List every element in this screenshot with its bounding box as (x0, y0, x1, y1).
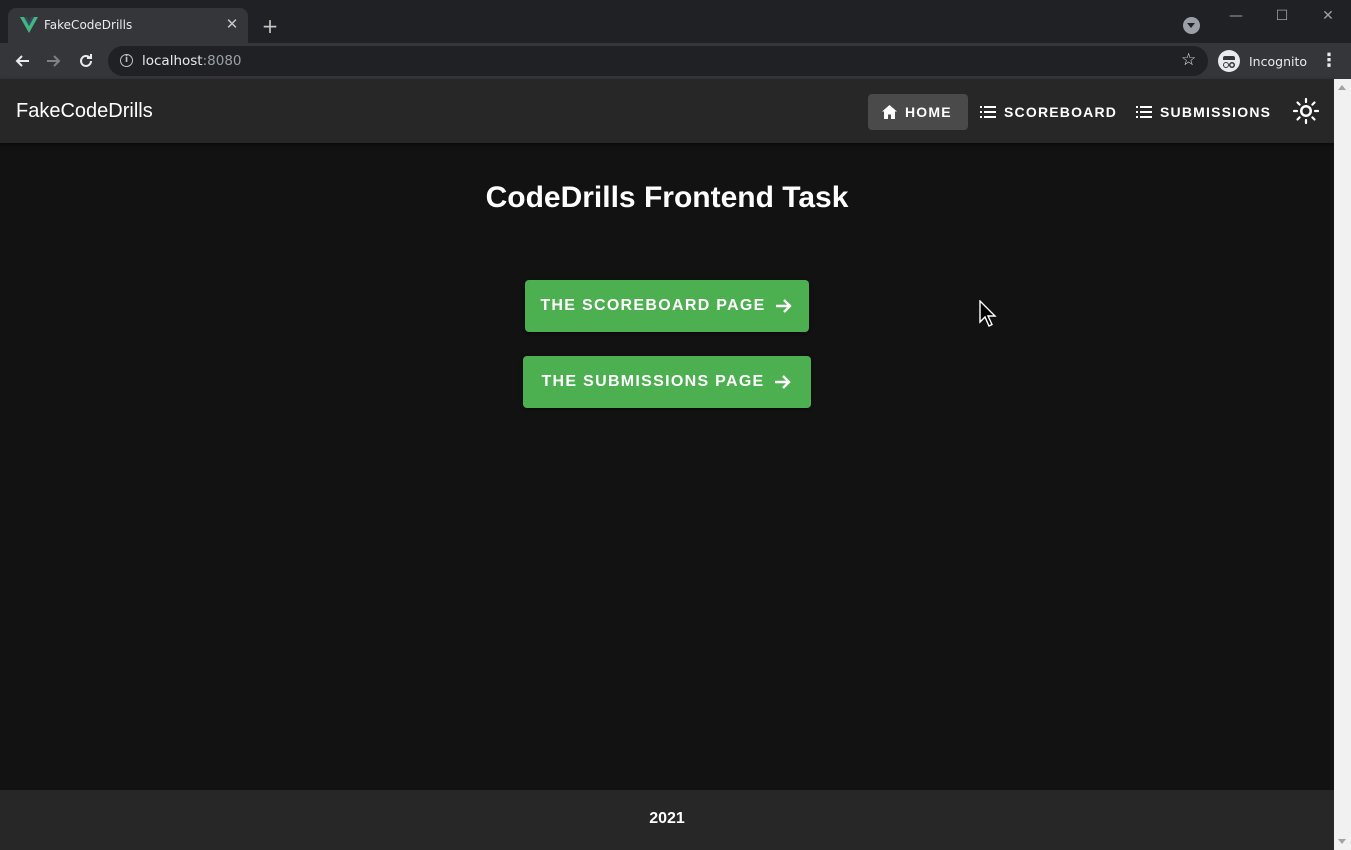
arrow-right-icon (774, 375, 791, 389)
browser-toolbar: i localhost:8080 ☆ Incognito ⋮ (0, 43, 1351, 79)
footer: 2021 (0, 790, 1334, 850)
page-title: CodeDrills Frontend Task (485, 181, 849, 214)
tab-title: FakeCodeDrills (44, 18, 133, 32)
vue-logo-icon (20, 17, 38, 33)
footer-year: 2021 (649, 810, 685, 827)
app-bar: FakeCodeDrills HOME SCOREBOARD SUBMISSIO… (0, 79, 1334, 143)
reload-icon (80, 54, 92, 67)
arrow-left-icon (15, 55, 29, 67)
vertical-scrollbar[interactable] (1334, 79, 1351, 850)
sun-icon[interactable] (1292, 97, 1320, 125)
arrow-right-icon (47, 55, 61, 67)
new-tab-button[interactable]: + (258, 14, 282, 38)
scoreboard-page-button[interactable]: THE SCOREBOARD PAGE (525, 280, 809, 332)
submissions-page-button-label: THE SUBMISSIONS PAGE (541, 373, 765, 390)
list-icon (1136, 104, 1152, 120)
back-button[interactable] (10, 49, 34, 73)
mouse-cursor-icon (979, 300, 997, 327)
nav-home-label: HOME (905, 104, 952, 120)
incognito-icon (1218, 50, 1240, 72)
reload-button[interactable] (74, 49, 98, 73)
close-window-button[interactable]: ✕ (1318, 6, 1338, 26)
nav-scoreboard[interactable]: SCOREBOARD (967, 94, 1133, 130)
bookmark-star-icon[interactable]: ☆ (1181, 50, 1196, 70)
address-bar[interactable]: i localhost:8080 ☆ (108, 46, 1208, 76)
nav-scoreboard-label: SCOREBOARD (1004, 104, 1118, 120)
nav-home[interactable]: HOME (868, 94, 968, 130)
nav-submissions[interactable]: SUBMISSIONS (1123, 94, 1287, 130)
page-viewport: FakeCodeDrills HOME SCOREBOARD SUBMISSIO… (0, 79, 1334, 850)
minimize-button[interactable]: — (1226, 6, 1246, 26)
browser-tab[interactable]: FakeCodeDrills ✕ (8, 8, 248, 43)
incognito-label: Incognito (1249, 53, 1308, 69)
arrow-right-icon (775, 299, 792, 313)
browser-tab-strip: FakeCodeDrills ✕ + — ☐ ✕ (0, 0, 1351, 43)
list-icon (980, 104, 996, 120)
nav-submissions-label: SUBMISSIONS (1160, 104, 1272, 120)
incognito-profile[interactable]: Incognito (1218, 48, 1307, 74)
url-text: localhost:8080 (142, 53, 242, 69)
forward-button[interactable] (42, 49, 66, 73)
scoreboard-page-button-label: THE SCOREBOARD PAGE (540, 297, 766, 314)
scroll-up-icon[interactable] (1338, 85, 1346, 90)
tab-close-icon[interactable]: ✕ (224, 16, 240, 32)
info-icon[interactable]: i (120, 54, 133, 67)
home-icon (881, 104, 897, 120)
brand-title[interactable]: FakeCodeDrills (16, 100, 153, 123)
tab-search-icon[interactable] (1183, 17, 1200, 34)
submissions-page-button[interactable]: THE SUBMISSIONS PAGE (523, 356, 811, 408)
maximize-button[interactable]: ☐ (1272, 6, 1292, 26)
scroll-down-icon[interactable] (1338, 839, 1346, 844)
browser-menu-icon[interactable]: ⋮ (1320, 49, 1338, 73)
